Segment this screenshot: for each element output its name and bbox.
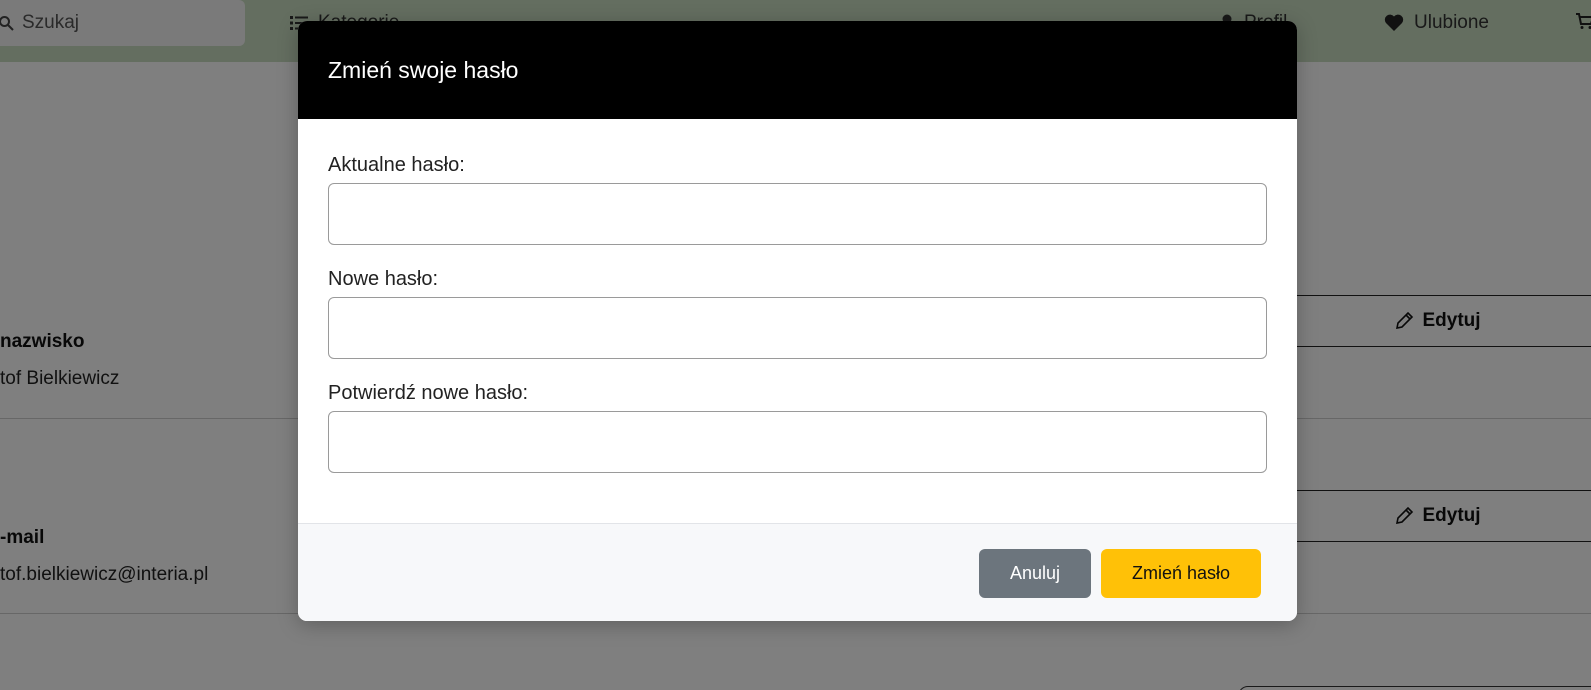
current-password-input[interactable] [328, 183, 1267, 245]
change-password-modal: Zmień swoje hasło Aktualne hasło: Nowe h… [298, 21, 1297, 621]
modal-header: Zmień swoje hasło [298, 21, 1297, 119]
change-password-button[interactable]: Zmień hasło [1101, 549, 1261, 598]
new-password-label: Nowe hasło: [328, 268, 439, 290]
modal-body: Aktualne hasło: Nowe hasło: Potwierdź no… [298, 119, 1297, 523]
confirm-password-input[interactable] [328, 411, 1267, 473]
modal-footer: Anuluj Zmień hasło [298, 523, 1297, 621]
modal-title: Zmień swoje hasło [328, 56, 519, 83]
confirm-password-label: Potwierdź nowe hasło: [328, 382, 529, 404]
cancel-button[interactable]: Anuluj [979, 549, 1091, 598]
current-password-label: Aktualne hasło: [328, 154, 465, 176]
new-password-input[interactable] [328, 297, 1267, 359]
